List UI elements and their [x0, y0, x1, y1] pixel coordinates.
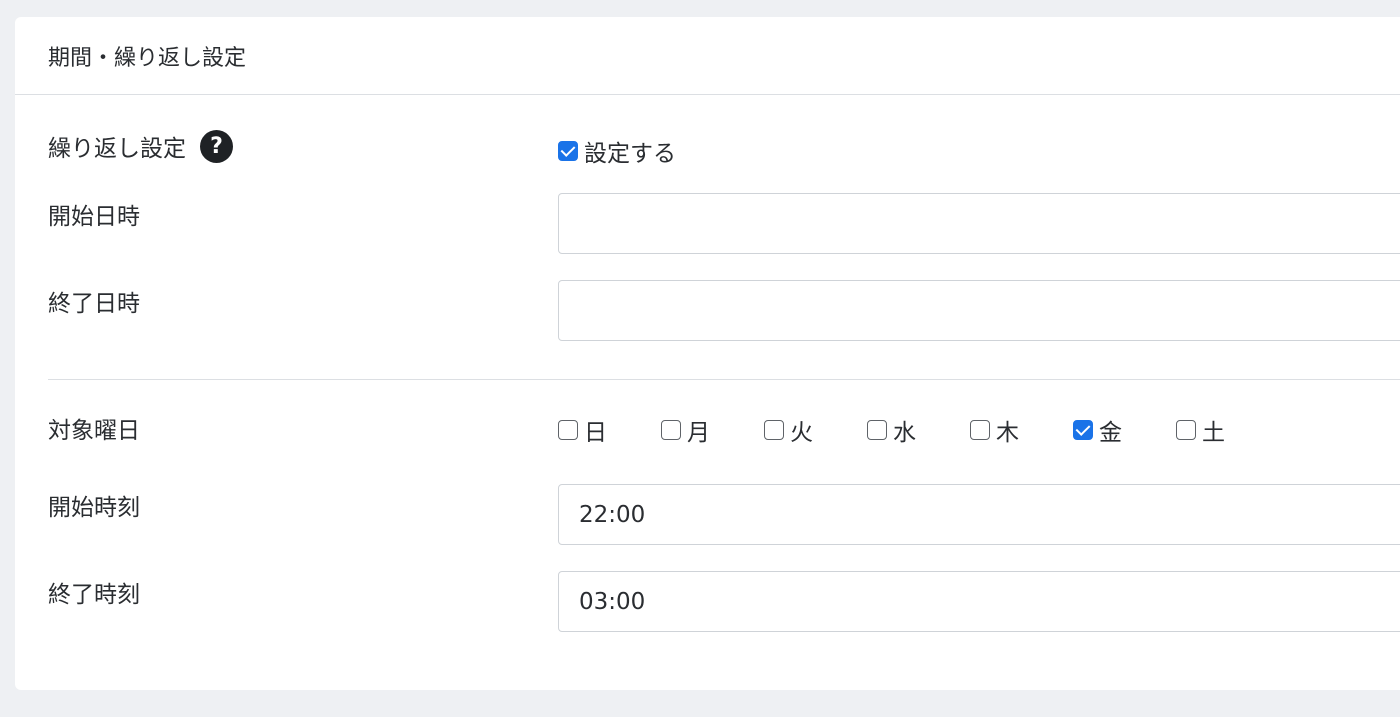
weekday-fri-label[interactable]: 金 [1099, 413, 1122, 447]
weekday-fri-checkbox[interactable] [1073, 420, 1093, 440]
end-time-input[interactable]: 03:00 [558, 571, 1400, 632]
end-datetime-input[interactable] [558, 280, 1400, 341]
start-time-input[interactable]: 22:00 [558, 484, 1400, 545]
end-time-label: 終了時刻 [48, 582, 140, 608]
weekday-sat-checkbox[interactable] [1176, 420, 1196, 440]
question-circle-icon[interactable]: ? [200, 129, 233, 163]
weekday-sun-checkbox[interactable] [558, 420, 578, 440]
weekday-checkbox-list: 日 月 火 水 木 金 土 [558, 413, 1279, 447]
weekday-tue-checkbox[interactable] [764, 420, 784, 440]
weekday-thu[interactable]: 木 [970, 413, 1073, 447]
weekday-wed[interactable]: 水 [867, 413, 970, 447]
weekday-tue[interactable]: 火 [764, 413, 867, 447]
start-time-label: 開始時刻 [48, 495, 140, 521]
weekday-thu-checkbox[interactable] [970, 420, 990, 440]
repeat-enable-checkbox[interactable] [558, 141, 578, 161]
repeat-setting-label-group: 繰り返し設定 ? [48, 129, 233, 163]
section-divider [48, 379, 1400, 380]
weekday-sun-label[interactable]: 日 [584, 413, 607, 447]
repeat-setting-label: 繰り返し設定 [48, 136, 186, 162]
weekday-wed-checkbox[interactable] [867, 420, 887, 440]
weekday-mon-checkbox[interactable] [661, 420, 681, 440]
end-datetime-label: 終了日時 [48, 291, 140, 317]
weekday-mon-label[interactable]: 月 [687, 413, 710, 447]
weekday-sat[interactable]: 土 [1176, 413, 1279, 447]
weekdays-label: 対象曜日 [48, 418, 140, 444]
card-title: 期間・繰り返し設定 [15, 17, 1400, 95]
start-datetime-input[interactable] [558, 193, 1400, 254]
weekday-fri[interactable]: 金 [1073, 413, 1176, 447]
repeat-checkbox-group[interactable]: 設定する [558, 134, 676, 168]
weekday-mon[interactable]: 月 [661, 413, 764, 447]
weekday-thu-label[interactable]: 木 [996, 413, 1019, 447]
start-datetime-label: 開始日時 [48, 204, 140, 230]
period-repeat-settings-card: 期間・繰り返し設定 繰り返し設定 ? 設定する 開始日時 終了日時 対象曜日 日… [15, 17, 1400, 690]
weekday-wed-label[interactable]: 水 [893, 413, 916, 447]
weekday-tue-label[interactable]: 火 [790, 413, 813, 447]
weekday-sun[interactable]: 日 [558, 413, 661, 447]
weekday-sat-label[interactable]: 土 [1202, 413, 1225, 447]
repeat-enable-label[interactable]: 設定する [584, 141, 676, 167]
